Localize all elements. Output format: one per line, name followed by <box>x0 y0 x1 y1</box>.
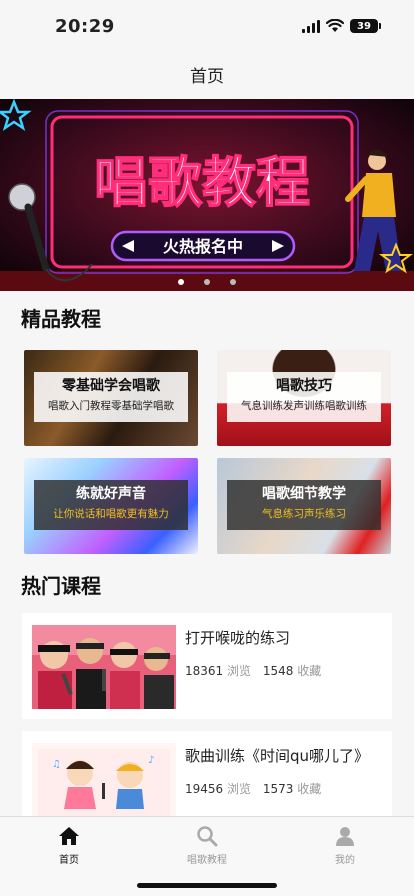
course-thumbnail: ♪ ♫ <box>32 743 176 827</box>
carousel-dot[interactable] <box>204 279 210 285</box>
view-label: 浏览 <box>227 782 252 796</box>
course-stats: 19456 浏览 1573 收藏 <box>185 780 369 797</box>
course-title: 打开喉咙的练习 <box>185 629 291 647</box>
card-title: 零基础学会唱歌 <box>62 378 160 394</box>
favorite-count: 1573 <box>262 782 294 796</box>
carousel-indicator <box>178 279 236 285</box>
banner-image: 唱歌教程 火热报名中 <box>0 99 414 291</box>
course-title: 歌曲训练《时间qu哪儿了》 <box>185 747 370 765</box>
course-item[interactable]: 打开喉咙的练习 18361 浏览 1548 收藏 <box>22 613 392 719</box>
status-icons: 39 <box>302 19 381 33</box>
page-title: 首页 <box>0 56 414 99</box>
course-thumbnail <box>32 625 176 709</box>
favorite-count: 1548 <box>262 664 294 678</box>
tab-label: 唱歌教程 <box>187 855 227 866</box>
carousel-dot[interactable] <box>230 279 236 285</box>
course-stats: 18361 浏览 1548 收藏 <box>185 662 329 679</box>
tab-label: 我的 <box>335 855 355 866</box>
tab-bar: 首页 唱歌教程 我的 <box>0 816 414 896</box>
banner-carousel[interactable]: 唱歌教程 火热报名中 <box>0 99 414 291</box>
featured-card[interactable]: 零基础学会唱歌 唱歌入门教程零基础学唱歌 <box>24 350 198 446</box>
card-subtitle: 气息练习声乐练习 <box>262 508 346 520</box>
status-time: 20:29 <box>55 16 115 37</box>
card-title: 唱歌细节教学 <box>262 486 346 502</box>
home-indicator <box>137 883 277 888</box>
search-icon <box>197 826 218 847</box>
svg-text:♪: ♪ <box>148 755 154 766</box>
view-count: 18361 <box>185 664 224 678</box>
svg-text:♫: ♫ <box>52 759 61 770</box>
featured-card[interactable]: 练就好声音 让你说话和唱歌更有魅力 <box>24 458 198 554</box>
signal-icon <box>302 19 320 33</box>
favorite-label: 收藏 <box>297 664 322 678</box>
tab-mine[interactable]: 我的 <box>276 817 414 896</box>
user-icon <box>336 827 354 846</box>
carousel-dot[interactable] <box>178 279 184 285</box>
section-title-featured: 精品教程 <box>21 307 101 331</box>
card-title: 唱歌技巧 <box>276 378 332 394</box>
wifi-icon <box>326 19 344 32</box>
tab-home[interactable]: 首页 <box>0 817 138 896</box>
home-icon <box>59 827 79 845</box>
view-label: 浏览 <box>227 664 252 678</box>
tab-label: 首页 <box>59 855 79 866</box>
course-list: 打开喉咙的练习 18361 浏览 1548 收藏 ♪ ♫ 歌曲训练《时间qu哪儿… <box>0 613 414 837</box>
banner-cta: 火热报名中 <box>163 237 243 256</box>
featured-card[interactable]: 唱歌技巧 气息训练发声训练唱歌训练 <box>217 350 391 446</box>
card-subtitle: 气息训练发声训练唱歌训练 <box>241 400 367 412</box>
status-bar: 20:29 39 <box>0 0 414 56</box>
card-subtitle: 唱歌入门教程零基础学唱歌 <box>48 400 174 412</box>
card-subtitle: 让你说话和唱歌更有魅力 <box>53 508 169 520</box>
favorite-label: 收藏 <box>297 782 322 796</box>
view-count: 19456 <box>185 782 224 796</box>
featured-grid: 零基础学会唱歌 唱歌入门教程零基础学唱歌 唱歌技巧 气息训练发声训练唱歌训练 练… <box>0 350 414 554</box>
banner-headline: 唱歌教程 <box>94 151 310 214</box>
card-title: 练就好声音 <box>76 486 146 502</box>
featured-card[interactable]: 唱歌细节教学 气息练习声乐练习 <box>217 458 391 554</box>
section-title-hot: 热门课程 <box>21 574 101 598</box>
battery-icon: 39 <box>350 19 381 33</box>
